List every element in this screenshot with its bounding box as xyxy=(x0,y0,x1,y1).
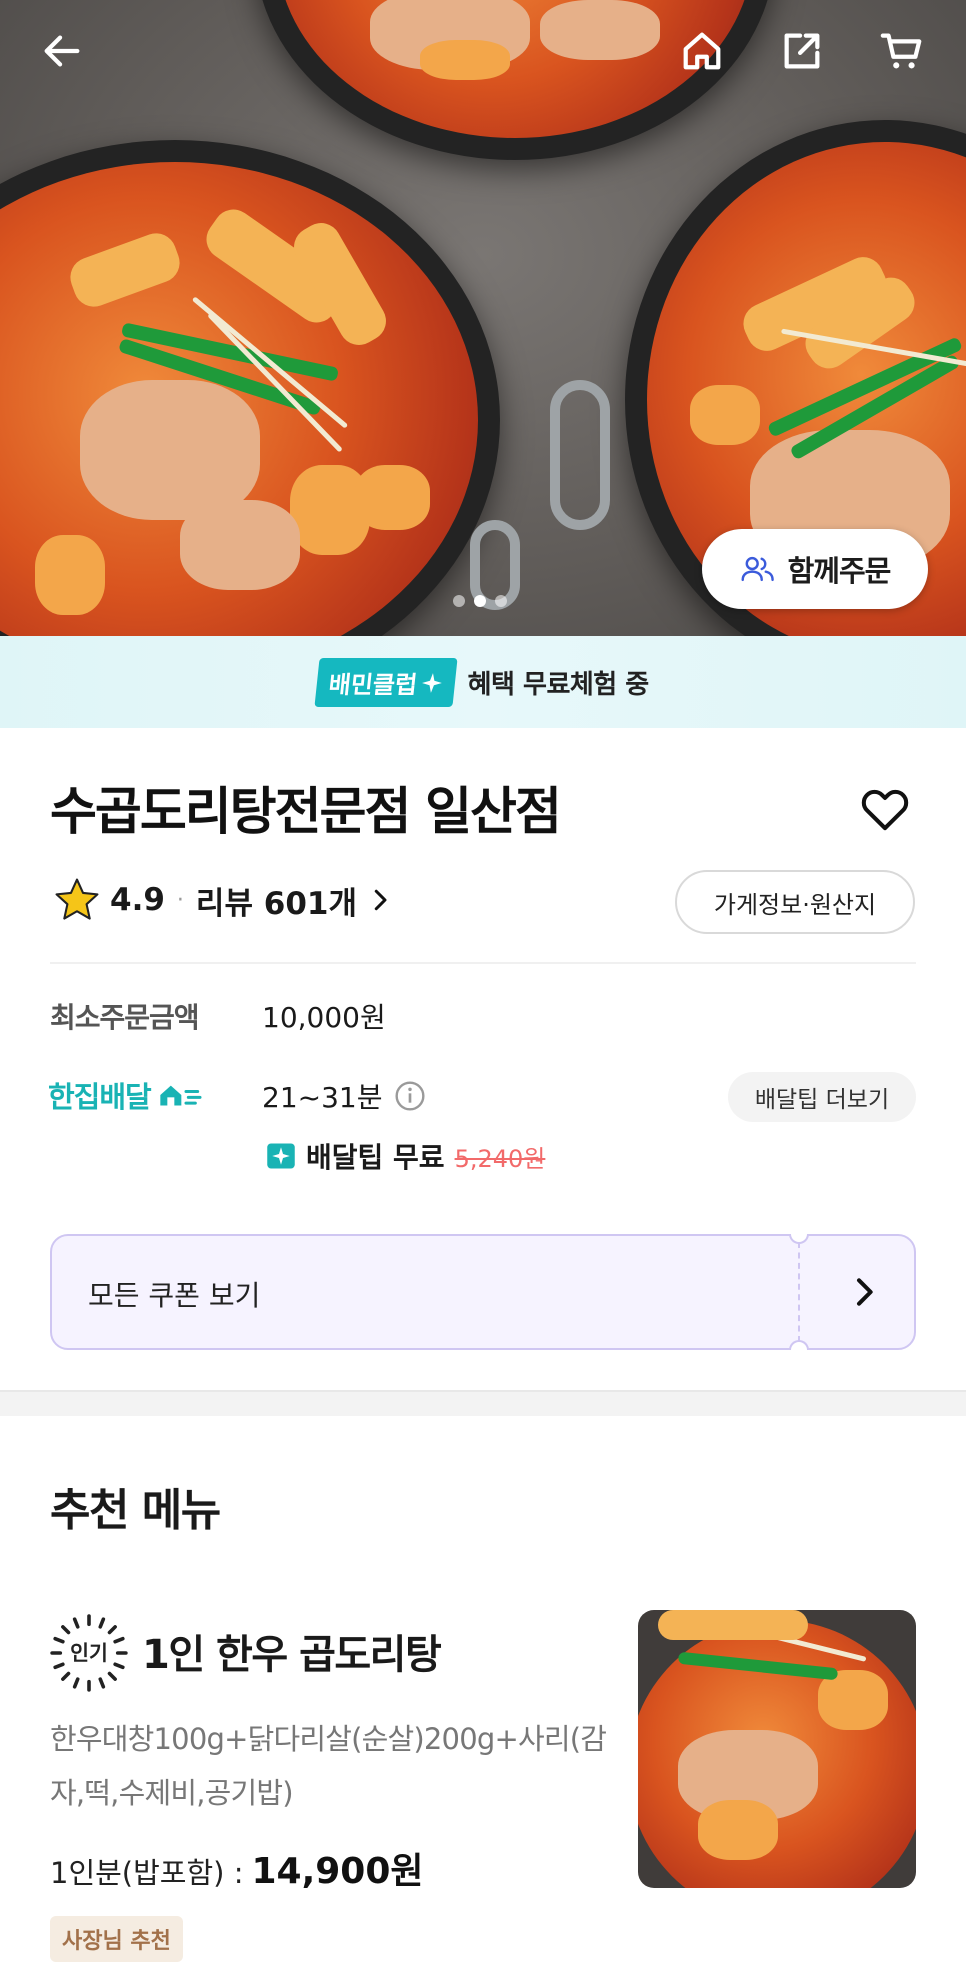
pot-handle xyxy=(550,380,610,530)
cart-icon xyxy=(880,33,922,69)
food-meat xyxy=(180,500,300,590)
club-banner-text: 혜택 무료체험 중 xyxy=(467,669,650,700)
coupon-label: 모든 쿠폰 보기 xyxy=(88,1279,261,1312)
free-delivery-tip-row: 배달팁 무료 5,240원 xyxy=(266,1136,545,1176)
sparkle-icon xyxy=(267,1143,295,1169)
delivery-time-value: 21~31분 xyxy=(262,1081,383,1114)
club-badge-label: 배민클럽 xyxy=(327,670,419,699)
back-arrow-icon xyxy=(44,35,80,67)
food-potato xyxy=(35,535,105,615)
food-potato xyxy=(690,385,760,445)
min-order-label: 최소주문금액 xyxy=(50,1001,200,1034)
delivery-time-row: 21~31분 xyxy=(262,1076,426,1116)
review-count-link[interactable]: 리뷰 601개 xyxy=(196,878,357,923)
food-potato xyxy=(355,465,430,530)
delivery-type-label: 한집배달 xyxy=(48,1074,203,1116)
baemin-club-banner[interactable]: 배민클럽 혜택 무료체험 중 xyxy=(0,636,966,728)
delivery-tip-more-button[interactable]: 배달팁 더보기 xyxy=(728,1072,916,1122)
free-tip-text: 배달팁 무료 xyxy=(306,1141,445,1174)
hero-image-carousel[interactable]: 함께주문 xyxy=(0,0,966,636)
together-order-button[interactable]: 함께주문 xyxy=(702,529,928,609)
divider xyxy=(50,962,916,964)
store-info-origin-button[interactable]: 가게정보·원산지 xyxy=(675,870,915,934)
star-icon xyxy=(55,878,99,920)
menu-item-image[interactable] xyxy=(638,1610,916,1888)
house-delivery-icon xyxy=(160,1085,202,1106)
people-icon xyxy=(741,556,774,582)
cart-button[interactable] xyxy=(875,24,929,78)
rating-value: 4.9 xyxy=(110,882,165,918)
coupon-notch xyxy=(789,1234,809,1244)
info-icon[interactable] xyxy=(394,1080,426,1112)
share-icon xyxy=(784,33,820,69)
store-name: 수곱도리탕전문점 일산점 xyxy=(50,783,562,842)
menu-item-description: 한우대창100g+닭다리살(순살)200g+사리(감자,떡,수제비,공기밥) xyxy=(50,1722,607,1810)
carousel-indicator xyxy=(453,595,507,607)
sparkle-icon xyxy=(422,672,443,692)
coupon-divider xyxy=(798,1242,800,1342)
carousel-dot[interactable] xyxy=(495,595,507,607)
menu-item-price-row: 1인분(밥포함) : 14,900원 xyxy=(50,1842,424,1894)
owner-recommend-badge: 사장님 추천 xyxy=(50,1916,183,1962)
recommended-menu-title: 추천 메뉴 xyxy=(50,1485,221,1536)
coupon-notch xyxy=(789,1340,809,1350)
club-badge: 배민클럽 xyxy=(314,657,459,707)
back-button[interactable] xyxy=(35,24,89,78)
food-meat xyxy=(540,0,660,60)
separator-dot: · xyxy=(176,887,184,913)
rating-row[interactable]: 4.9 · 리뷰 601개 xyxy=(52,872,395,928)
chevron-right-icon xyxy=(857,1278,873,1306)
menu-item-price-label: 1인분(밥포함) : xyxy=(50,1856,244,1890)
carousel-dot[interactable] xyxy=(453,595,465,607)
together-order-label: 함께주문 xyxy=(787,554,892,588)
popular-badge-label: 인기 xyxy=(70,1641,108,1665)
chevron-right-icon xyxy=(374,889,387,911)
menu-item-price: 14,900원 xyxy=(251,1851,424,1892)
min-order-value: 10,000원 xyxy=(262,1001,386,1034)
heart-icon[interactable] xyxy=(858,782,912,836)
all-coupons-button[interactable]: 모든 쿠폰 보기 xyxy=(50,1234,916,1350)
food-meat xyxy=(80,380,260,520)
food-thumb-rice-cake xyxy=(658,1610,808,1640)
home-button[interactable] xyxy=(675,24,729,78)
carousel-dot-active[interactable] xyxy=(474,595,486,607)
home-icon xyxy=(683,32,721,70)
food-potato xyxy=(420,40,510,80)
original-tip-price: 5,240원 xyxy=(454,1144,546,1173)
menu-item-name: 1인 한우 곱도리탕 xyxy=(142,1632,442,1678)
food-thumb-potato xyxy=(698,1800,778,1860)
delivery-type-text: 한집배달 xyxy=(48,1080,152,1114)
section-divider xyxy=(0,1390,966,1416)
share-button[interactable] xyxy=(775,24,829,78)
popular-badge-icon: 인기 xyxy=(50,1614,128,1692)
